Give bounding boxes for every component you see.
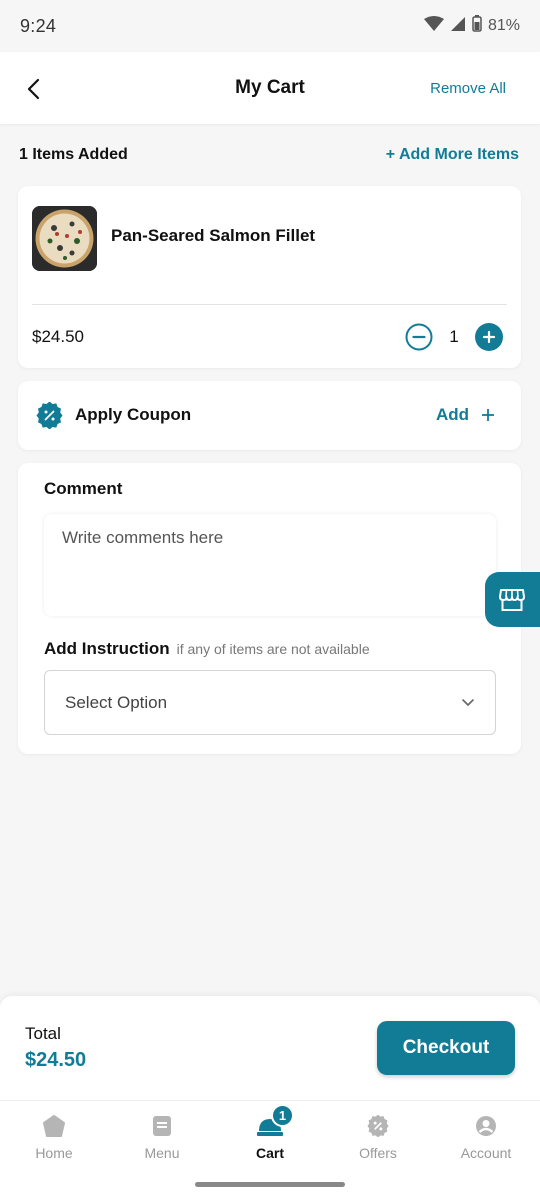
add-more-items-button[interactable]: + Add More Items [386,146,519,164]
nav-item-account[interactable]: Account [432,1113,540,1171]
nav-item-menu[interactable]: Menu [108,1113,216,1171]
status-icons: 81% [423,15,520,37]
instruction-select-value: Select Option [65,692,168,712]
increase-quantity-button[interactable] [475,323,503,351]
cart-badge: 1 [271,1104,294,1127]
plus-icon [475,323,503,351]
instruction-title: Add Instruction [44,639,170,658]
comment-title: Comment [44,479,123,498]
checkout-bar: Total $24.50 Checkout [0,996,540,1106]
comment-card: Comment Add Instruction if any of items … [18,463,521,754]
nav-label-offers: Offers [359,1145,397,1161]
checkout-button[interactable]: Checkout [377,1021,515,1075]
status-bar: 9:24 81% [0,0,540,52]
app-header: My Cart Remove All [0,52,540,124]
home-indicator [195,1182,345,1187]
cart-item-card: Pan-Seared Salmon Fillet $24.50 1 [18,186,521,368]
add-coupon-button[interactable]: Add [436,405,495,425]
account-icon [473,1113,499,1139]
remove-all-button[interactable]: Remove All [430,80,506,97]
page-title: My Cart [235,77,305,98]
nav-label-menu: Menu [144,1145,180,1161]
minus-icon [405,323,433,351]
plus-icon [482,409,494,421]
product-image [32,206,97,271]
back-button[interactable] [18,74,48,104]
store-floating-button[interactable] [485,572,540,627]
store-icon [499,588,525,611]
chevron-left-icon [27,78,40,100]
apply-coupon-card[interactable]: Apply Coupon Add [18,381,521,450]
signal-icon [450,16,466,37]
nav-item-home[interactable]: Home [0,1113,108,1171]
nav-item-cart[interactable]: 1 Cart [216,1104,324,1171]
status-time: 9:24 [20,15,57,36]
total-label: Total [25,1024,61,1043]
quantity-stepper: 1 [405,323,503,351]
instruction-heading: Add Instruction if any of items are not … [44,639,370,659]
nav-label-account: Account [460,1145,512,1161]
items-count: 1 Items Added [19,146,128,163]
chevron-down-icon [462,699,474,706]
product-price: $24.50 [32,327,84,346]
total-value: $24.50 [25,1049,87,1071]
instruction-select[interactable]: Select Option [44,670,496,735]
wifi-icon [423,15,444,37]
home-icon [41,1113,67,1139]
divider [32,304,507,305]
quantity-value: 1 [449,327,459,346]
cart-icon: 1 [257,1104,294,1139]
battery-percent: 81% [487,17,520,34]
nav-item-offers[interactable]: Offers [324,1113,432,1171]
nav-label-home: Home [35,1145,73,1161]
comment-input[interactable] [44,514,496,616]
apply-coupon-label: Apply Coupon [75,405,192,424]
offers-icon [365,1113,391,1139]
product-name: Pan-Seared Salmon Fillet [111,226,316,245]
nav-label-cart: Cart [255,1145,284,1161]
instruction-hint: if any of items are not available [176,641,370,657]
menu-icon [149,1113,175,1139]
coupon-icon [36,401,63,430]
battery-icon [472,15,482,37]
add-coupon-label: Add [435,405,469,424]
items-summary-row: 1 Items Added + Add More Items [19,143,519,167]
decrease-quantity-button[interactable] [405,323,433,351]
